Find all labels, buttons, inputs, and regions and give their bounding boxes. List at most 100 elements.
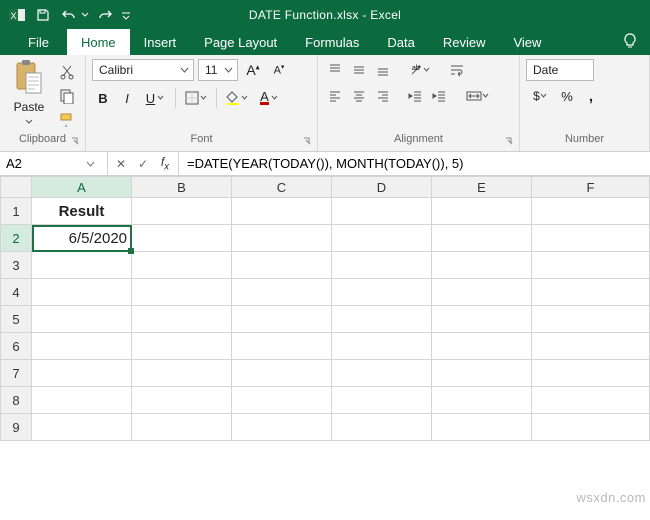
- percent-format-icon[interactable]: %: [556, 85, 578, 107]
- cell[interactable]: [432, 225, 532, 252]
- paste-label[interactable]: Paste: [14, 100, 45, 114]
- column-header[interactable]: F: [532, 177, 650, 198]
- font-launcher-icon[interactable]: [301, 135, 313, 147]
- name-box-input[interactable]: [0, 156, 80, 171]
- enter-formula-icon[interactable]: ✓: [134, 157, 152, 171]
- cell[interactable]: 6/5/2020: [32, 225, 132, 252]
- column-header[interactable]: C: [232, 177, 332, 198]
- italic-button[interactable]: I: [116, 87, 138, 109]
- cell[interactable]: [132, 306, 232, 333]
- paste-dropdown-icon[interactable]: [25, 114, 33, 128]
- row-header[interactable]: 4: [1, 279, 32, 306]
- select-all-corner[interactable]: [1, 177, 32, 198]
- cell[interactable]: [432, 360, 532, 387]
- cell[interactable]: [232, 414, 332, 441]
- row-header[interactable]: 1: [1, 198, 32, 225]
- cell[interactable]: [432, 333, 532, 360]
- cell[interactable]: [232, 360, 332, 387]
- alignment-launcher-icon[interactable]: [503, 135, 515, 147]
- align-middle-icon[interactable]: [348, 59, 370, 81]
- cell[interactable]: [132, 198, 232, 225]
- row-header[interactable]: 7: [1, 360, 32, 387]
- cell[interactable]: [432, 279, 532, 306]
- cut-icon[interactable]: [56, 61, 78, 83]
- cell[interactable]: [32, 333, 132, 360]
- cell[interactable]: [132, 333, 232, 360]
- cell[interactable]: [432, 198, 532, 225]
- decrease-font-icon[interactable]: A▾: [268, 59, 290, 81]
- wrap-text-icon[interactable]: [446, 59, 468, 81]
- name-box-dropdown-icon[interactable]: [80, 157, 101, 171]
- qat-customize-icon[interactable]: [120, 4, 132, 26]
- cell[interactable]: [332, 387, 432, 414]
- cell[interactable]: [232, 225, 332, 252]
- row-header[interactable]: 3: [1, 252, 32, 279]
- font-color-button[interactable]: A: [254, 87, 284, 109]
- cell[interactable]: [32, 360, 132, 387]
- redo-icon[interactable]: [94, 4, 116, 26]
- cell[interactable]: [332, 198, 432, 225]
- undo-icon[interactable]: [58, 4, 80, 26]
- cell[interactable]: [532, 252, 650, 279]
- cell[interactable]: [432, 252, 532, 279]
- tab-review[interactable]: Review: [429, 29, 500, 55]
- cell[interactable]: [332, 306, 432, 333]
- cell[interactable]: [432, 387, 532, 414]
- cell[interactable]: [232, 198, 332, 225]
- tab-view[interactable]: View: [499, 29, 555, 55]
- row-header[interactable]: 5: [1, 306, 32, 333]
- format-painter-icon[interactable]: [56, 109, 78, 131]
- row-header[interactable]: 9: [1, 414, 32, 441]
- tab-data[interactable]: Data: [373, 29, 428, 55]
- underline-button[interactable]: U: [140, 87, 170, 109]
- cancel-formula-icon[interactable]: ✕: [112, 157, 130, 171]
- cell[interactable]: [132, 414, 232, 441]
- cell[interactable]: [132, 387, 232, 414]
- column-header[interactable]: E: [432, 177, 532, 198]
- cell[interactable]: [332, 333, 432, 360]
- tab-insert[interactable]: Insert: [130, 29, 191, 55]
- orientation-icon[interactable]: ab: [404, 59, 434, 81]
- cell[interactable]: [232, 306, 332, 333]
- copy-icon[interactable]: [56, 85, 78, 107]
- cell[interactable]: Result: [32, 198, 132, 225]
- row-header[interactable]: 8: [1, 387, 32, 414]
- align-top-icon[interactable]: [324, 59, 346, 81]
- row-header[interactable]: 6: [1, 333, 32, 360]
- fx-icon[interactable]: fx: [156, 155, 174, 172]
- tab-page-layout[interactable]: Page Layout: [190, 29, 291, 55]
- clipboard-launcher-icon[interactable]: [69, 135, 81, 147]
- column-header[interactable]: B: [132, 177, 232, 198]
- cell[interactable]: [432, 306, 532, 333]
- font-size-combo[interactable]: 11: [198, 59, 238, 81]
- lightbulb-icon[interactable]: [622, 32, 638, 53]
- cell[interactable]: [132, 252, 232, 279]
- fill-color-button[interactable]: [222, 87, 252, 109]
- tab-home[interactable]: Home: [67, 29, 130, 55]
- cell[interactable]: [32, 252, 132, 279]
- cell[interactable]: [532, 414, 650, 441]
- save-icon[interactable]: [32, 4, 54, 26]
- number-format-combo[interactable]: Date: [526, 59, 594, 81]
- cell[interactable]: [32, 279, 132, 306]
- cell[interactable]: [232, 252, 332, 279]
- cell[interactable]: [532, 333, 650, 360]
- borders-button[interactable]: [181, 87, 211, 109]
- spreadsheet-grid[interactable]: ABCDEF1Result26/5/20203456789: [0, 176, 650, 441]
- align-left-icon[interactable]: [324, 85, 346, 107]
- cell[interactable]: [532, 279, 650, 306]
- merge-center-icon[interactable]: [462, 85, 492, 107]
- formula-input[interactable]: [179, 156, 650, 171]
- comma-format-icon[interactable]: ,: [580, 85, 602, 107]
- column-header[interactable]: D: [332, 177, 432, 198]
- cell[interactable]: [232, 333, 332, 360]
- tab-formulas[interactable]: Formulas: [291, 29, 373, 55]
- tab-file[interactable]: File: [14, 29, 63, 55]
- row-header[interactable]: 2: [1, 225, 32, 252]
- cell[interactable]: [532, 387, 650, 414]
- undo-dropdown-icon[interactable]: [80, 4, 90, 26]
- increase-font-icon[interactable]: A▴: [242, 59, 264, 81]
- name-box[interactable]: [0, 152, 108, 175]
- cell[interactable]: [332, 360, 432, 387]
- increase-indent-icon[interactable]: [428, 85, 450, 107]
